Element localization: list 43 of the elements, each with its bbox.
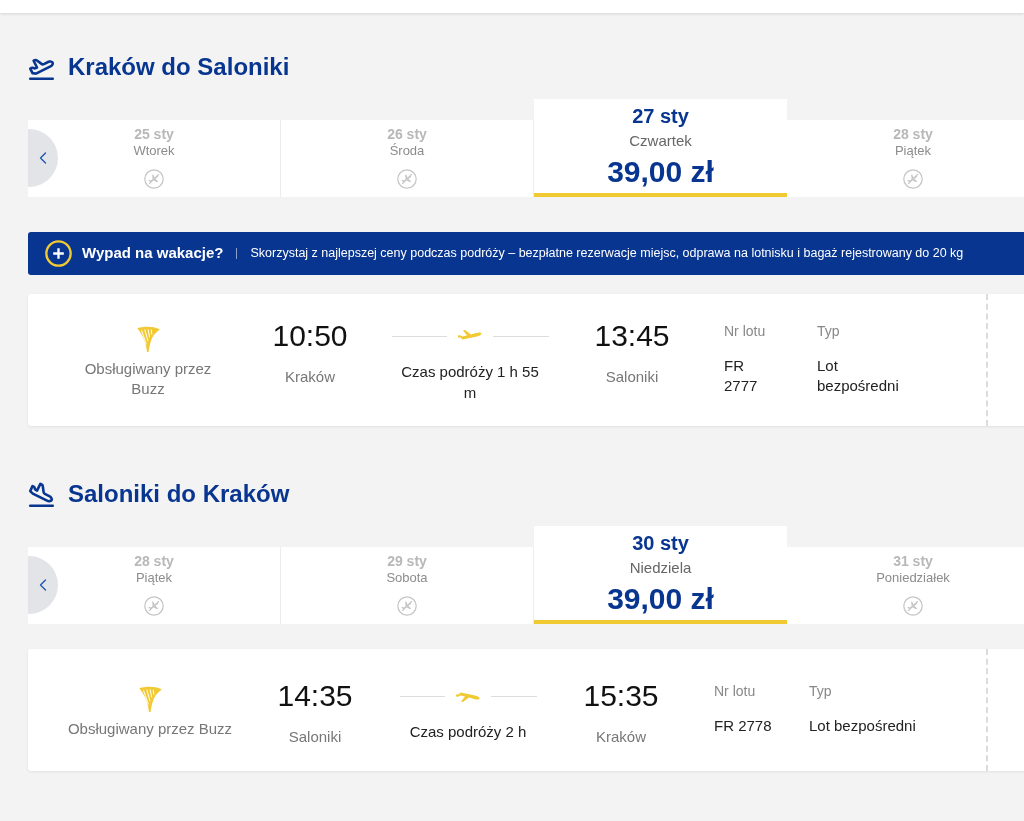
- crossed-plane-icon: [903, 596, 923, 616]
- flight-type-label: Typ: [817, 322, 840, 340]
- departure-time: 10:50: [272, 318, 348, 354]
- crossed-plane-icon: [144, 169, 164, 189]
- flight-type: Lot bezpośredni: [809, 716, 916, 736]
- banner-title: Wypad na wakacje?: [82, 243, 224, 264]
- flight-number-label: Nr lotu: [714, 682, 756, 700]
- date-tab[interactable]: 29 sty Sobota: [281, 547, 534, 624]
- operator-label: Obsługiwany przez Buzz: [83, 359, 213, 399]
- crossed-plane-icon: [397, 596, 417, 616]
- flight-type-label: Typ: [809, 682, 832, 700]
- date-tab[interactable]: 26 sty Środa: [281, 120, 534, 197]
- section-title: Kraków do Saloniki: [68, 52, 290, 82]
- plane-landing-icon: [28, 480, 55, 508]
- date-tab[interactable]: 27 sty Czwartek 39,00 zł: [534, 99, 787, 197]
- crossed-plane-icon: [903, 169, 923, 189]
- arrival-city: Saloniki: [605, 367, 659, 387]
- date-tab[interactable]: 30 sty Niedziela 39,00 zł: [534, 526, 787, 624]
- plus-circle-icon: [45, 240, 72, 267]
- date-tab[interactable]: 28 sty Piątek: [787, 120, 1024, 197]
- flight-duration: Czas podróży 1 h 55 m: [400, 362, 540, 403]
- crossed-plane-icon: [144, 596, 164, 616]
- plane-icon: [457, 329, 483, 343]
- flight-number-label: Nr lotu: [724, 322, 766, 340]
- crossed-plane-icon: [397, 169, 417, 189]
- departure-city: Kraków: [285, 367, 335, 387]
- arrival-time: 15:35: [583, 678, 659, 714]
- banner-text: Skorzystaj z najlepszej ceny podczas podróży – bezpłatne rezerwacje miejsc, odprawa na lotnisku i bagaż rejestrowany do 20 kg: [250, 245, 964, 263]
- flight-type: Lot bezpośredni: [817, 356, 900, 396]
- date-tab[interactable]: 28 sty Piątek: [28, 547, 281, 624]
- date-tab[interactable]: 31 sty Poniedziałek: [787, 547, 1024, 624]
- section-title: Saloniki do Kraków: [68, 479, 290, 509]
- operator-label: Obsługiwany przez Buzz: [67, 719, 233, 739]
- date-tab[interactable]: 25 sty Wtorek: [28, 120, 281, 197]
- harp-icon: [137, 685, 163, 713]
- departure-city: Saloniki: [288, 727, 342, 747]
- flight-number: FR 2778: [714, 716, 772, 736]
- arrival-city: Kraków: [596, 727, 646, 747]
- flight-number: FR 2777: [724, 356, 759, 396]
- harp-icon: [135, 325, 161, 353]
- flight-duration: Czas podróży 2 h: [409, 722, 527, 742]
- departure-time: 14:35: [277, 678, 353, 714]
- arrival-time: 13:45: [594, 318, 670, 354]
